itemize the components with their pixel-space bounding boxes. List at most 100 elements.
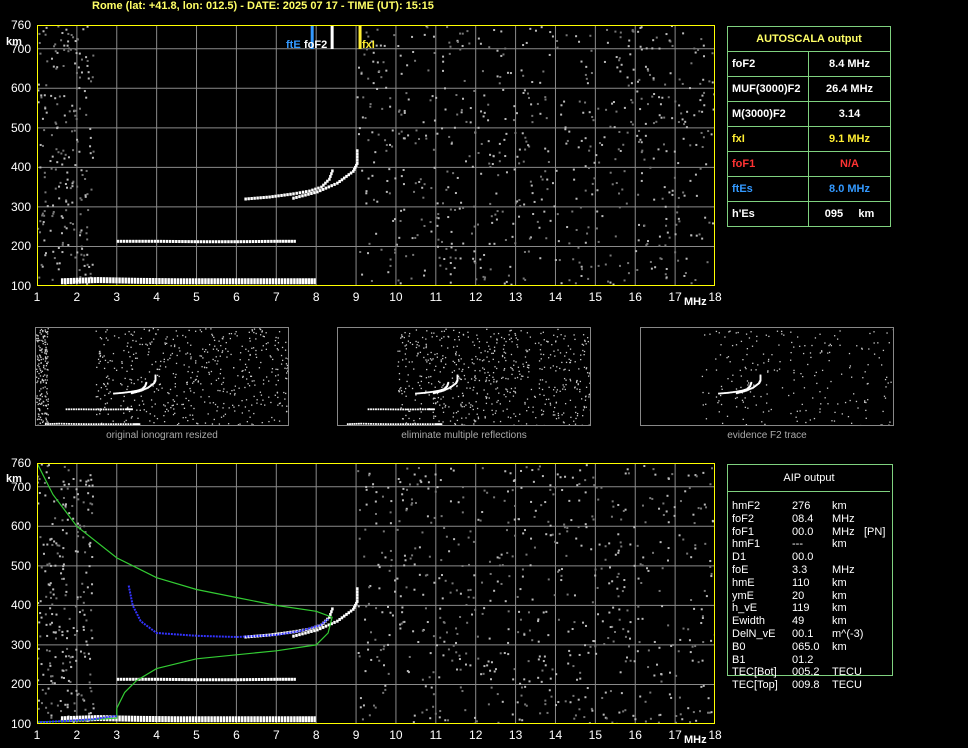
noise-dot [44,570,47,573]
thumb-noise-dot [170,345,172,347]
noise-dot [585,65,588,68]
noise-dot [558,532,561,535]
noise-dot [509,72,512,75]
noise-dot [406,670,409,673]
thumb-noise-dot [744,406,747,409]
thumb-noise-dot [524,403,526,405]
x-tick-label: 17 [668,728,682,742]
thumb-trace-point [389,423,392,426]
thumb-noise-dot [44,413,46,415]
aip-unit: TECU [832,666,862,679]
thumb-noise-dot [553,395,555,397]
thumb-noise-dot [567,345,569,347]
thumb-noise-dot [510,387,513,390]
thumb-noise-dot [226,356,228,358]
thumb-noise-dot [752,362,754,364]
noise-dot [429,717,432,720]
noise-dot [507,641,510,644]
noise-dot [467,589,470,592]
noise-dot [45,26,48,29]
thumb-noise-dot [46,376,48,378]
thumb-noise-dot [44,329,46,331]
thumb-noise-dot [793,392,795,394]
noise-dot [85,169,88,172]
thumb-noise-dot [501,355,504,358]
thumb-noise-dot [839,344,841,346]
trace-point [158,278,161,285]
thumb-noise-dot [745,368,747,370]
noise-dot [517,631,520,634]
noise-dot [506,71,509,74]
trace-point [139,277,143,284]
noise-dot [690,599,693,602]
noise-dot [504,600,507,603]
noise-dot [548,53,551,56]
thumb-noise-dot [144,378,147,380]
thumb-noise-dot [204,401,206,403]
thumb-noise-dot [417,381,419,384]
thumb-noise-dot [420,380,423,383]
thumb-trace-point [63,422,65,425]
noise-dot [80,694,83,697]
thumb-noise-dot [415,329,418,331]
noise-dot [82,628,85,631]
noise-dot [505,171,508,174]
noise-dot [662,502,665,505]
noise-dot [429,99,432,102]
noise-dot [493,589,496,592]
noise-dot [693,114,696,117]
thumb-noise-dot [532,406,534,408]
thumb-trace-point [90,408,93,411]
thumb-noise-dot [582,334,585,336]
noise-dot [452,644,455,647]
noise-dot [616,66,619,69]
thumb-noise-dot [407,340,410,342]
noise-dot [687,707,690,710]
thumb-noise-dot [474,369,476,372]
thumb-noise-dot [215,379,218,381]
noise-dot [57,151,60,154]
noise-dot [442,69,445,72]
thumb-noise-dot [39,375,42,377]
thumb-noise-dot [251,423,253,425]
noise-dot [366,641,369,644]
noise-dot [75,689,78,692]
noise-dot [490,686,493,689]
thumb-noise-dot [849,367,851,369]
noise-dot [647,240,650,243]
trace-point [260,239,264,243]
noise-dot [399,595,402,598]
thumb-noise-dot [285,341,287,344]
thumb-noise-dot [36,395,38,397]
thumb-trace-point [95,423,98,426]
noise-dot [636,134,639,137]
noise-dot [368,586,371,589]
thumb-noise-dot [409,410,411,413]
noise-dot [576,484,579,487]
noise-dot [675,223,678,226]
noise-dot [618,192,621,195]
noise-dot [77,692,80,695]
noise-dot [369,103,372,106]
noise-dot [86,25,89,28]
thumb-noise-dot [559,352,562,354]
noise-dot [388,168,391,171]
noise-dot [585,77,588,80]
thumb-noise-dot [172,404,174,406]
noise-dot [43,129,46,132]
thumb-noise-dot [583,366,586,368]
noise-dot [617,148,620,151]
autoscala-value: 8.0 MHz [808,176,891,202]
noise-dot [367,35,370,38]
noise-dot [468,42,471,45]
noise-dot [677,205,680,208]
noise-dot [365,31,368,34]
y-tick-label: 400 [10,160,31,175]
trace-point [298,633,301,637]
noise-dot [507,274,510,277]
noise-dot [514,242,517,245]
thumb-noise-dot [411,343,414,346]
noise-dot [445,631,448,634]
noise-dot [530,184,533,187]
noise-dot [54,168,57,171]
